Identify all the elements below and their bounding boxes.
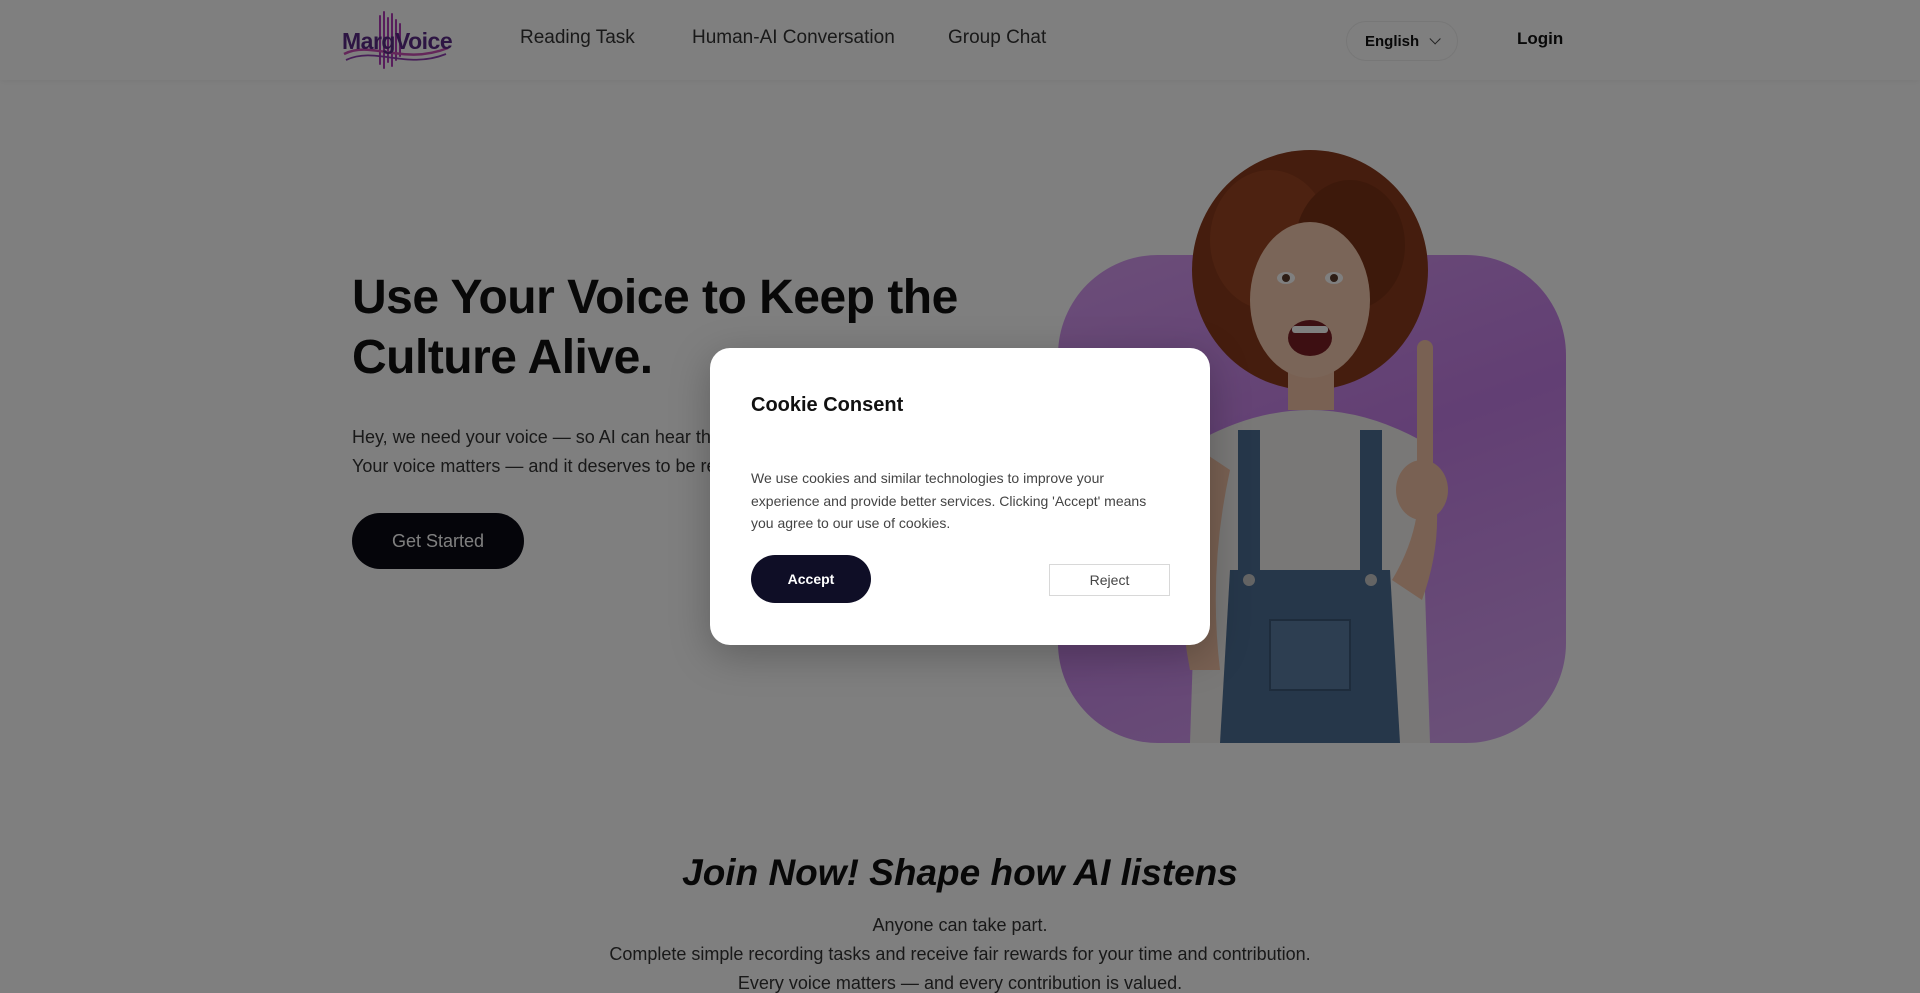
accept-cookies-button[interactable]: Accept: [751, 555, 871, 603]
cookie-consent-dialog: Cookie Consent We use cookies and simila…: [710, 348, 1210, 645]
cookie-consent-text: We use cookies and similar technologies …: [751, 470, 1147, 531]
reject-cookies-button[interactable]: Reject: [1049, 564, 1170, 596]
cookie-consent-title: Cookie Consent: [751, 394, 904, 416]
